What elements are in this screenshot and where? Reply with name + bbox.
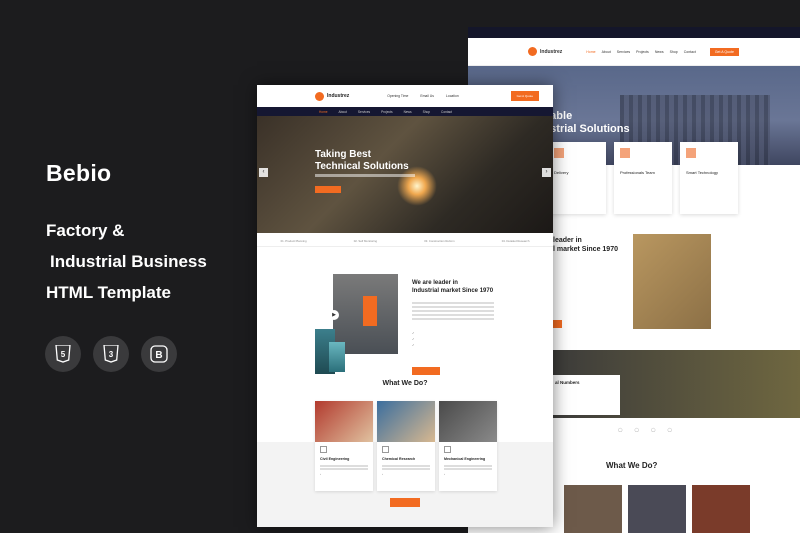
html5-icon: 5 bbox=[45, 336, 81, 372]
back-nav-projects[interactable]: Projects bbox=[636, 50, 649, 54]
service-image bbox=[564, 485, 622, 533]
back-leader-title: leader in l market Since 1970 bbox=[553, 237, 618, 253]
front-mockup: Industrez Opening Time Email Us Location… bbox=[257, 85, 553, 527]
more-services-button[interactable] bbox=[390, 498, 420, 507]
hero-subtitle bbox=[315, 174, 415, 177]
back-nav: Industrez Home About Services Projects N… bbox=[468, 38, 800, 66]
feature-card: Delivery bbox=[548, 142, 606, 214]
svg-text:5: 5 bbox=[61, 350, 66, 359]
plant-photo bbox=[329, 342, 345, 372]
back-nav-about[interactable]: About bbox=[602, 50, 611, 54]
tech-badges: 5 3 B bbox=[45, 336, 177, 372]
back-nav-news[interactable]: News bbox=[655, 50, 664, 54]
play-icon[interactable]: ▶ bbox=[329, 310, 339, 320]
delivery-icon bbox=[554, 148, 564, 158]
email-us: Email Us bbox=[420, 94, 434, 98]
workers-photo bbox=[633, 234, 711, 329]
css3-icon: 3 bbox=[93, 336, 129, 372]
brand-title: Bebio bbox=[46, 160, 112, 186]
nav-about[interactable]: About bbox=[339, 110, 347, 114]
back-nav-home[interactable]: Home bbox=[586, 50, 595, 54]
numbers-card: al Numbers bbox=[550, 375, 620, 415]
services-row: Civil Engineering › Chemical Research › Me… bbox=[315, 401, 497, 491]
logo-icon bbox=[528, 47, 537, 56]
about-button[interactable] bbox=[412, 367, 440, 375]
tagline-line-1: Factory & bbox=[46, 221, 125, 240]
back-topbar bbox=[468, 27, 800, 38]
service-image bbox=[628, 485, 686, 533]
chevron-right-icon[interactable]: › bbox=[542, 168, 551, 177]
front-hero: Taking Best Technical Solutions ‹ › bbox=[257, 116, 553, 233]
hero-title: Taking Best Technical Solutions bbox=[315, 149, 409, 173]
nav-contact[interactable]: Contact bbox=[441, 110, 452, 114]
location: Location bbox=[445, 94, 459, 98]
feature-card: Smart Technology bbox=[680, 142, 738, 214]
feature-card: Professionals Team bbox=[614, 142, 672, 214]
bootstrap-icon: B bbox=[141, 336, 177, 372]
back-wwd-title: What We Do? bbox=[606, 461, 658, 470]
mechanical-icon bbox=[444, 446, 451, 453]
about-text bbox=[412, 302, 494, 322]
hero-button[interactable] bbox=[315, 186, 341, 193]
back-logo: Industrez bbox=[528, 47, 562, 56]
team-icon bbox=[620, 148, 630, 158]
svg-text:B: B bbox=[155, 350, 162, 361]
front-header: Industrez Opening Time Email Us Location… bbox=[257, 85, 553, 107]
about-title: We are leader in Industrial market Since… bbox=[412, 280, 494, 294]
technology-icon bbox=[686, 148, 696, 158]
nav-projects[interactable]: Projects bbox=[381, 110, 393, 114]
back-nav-contact[interactable]: Contact bbox=[684, 50, 696, 54]
nav-news[interactable]: News bbox=[404, 110, 412, 114]
back-nav-services[interactable]: Services bbox=[617, 50, 630, 54]
nav-home[interactable]: Home bbox=[319, 110, 328, 114]
front-quote-button[interactable]: Get A Quote bbox=[510, 91, 539, 101]
check-list: ✓ ✓ ✓ bbox=[412, 331, 415, 347]
nav-services[interactable]: Services bbox=[358, 110, 370, 114]
service-card[interactable]: Mechanical Engineering › bbox=[439, 401, 497, 491]
service-image bbox=[377, 401, 435, 442]
service-image bbox=[315, 401, 373, 442]
back-service-images bbox=[564, 485, 750, 533]
engineering-icon bbox=[320, 446, 327, 453]
tagline-line-3: HTML Template bbox=[46, 283, 171, 302]
back-nav-shop[interactable]: Shop bbox=[670, 50, 678, 54]
service-image bbox=[439, 401, 497, 442]
opening-time: Opening Time bbox=[387, 94, 409, 98]
back-quote-button[interactable]: Get A Quote bbox=[709, 47, 739, 56]
chevron-left-icon[interactable]: ‹ bbox=[259, 168, 268, 177]
chemical-icon bbox=[382, 446, 389, 453]
service-card[interactable]: Civil Engineering › bbox=[315, 401, 373, 491]
tagline-line-2: Industrial Business bbox=[50, 252, 207, 271]
logo-icon bbox=[315, 91, 324, 101]
process-strip: 01. Product Planning 02. Self Monitoring… bbox=[257, 235, 553, 247]
service-card[interactable]: Chemical Research › bbox=[377, 401, 435, 491]
front-nav: Home About Services Projects News Shop C… bbox=[257, 107, 553, 116]
wwd-title: What We Do? bbox=[382, 380, 428, 387]
nav-shop[interactable]: Shop bbox=[423, 110, 430, 114]
back-feature-cards: Delivery Professionals Team Smart Techno… bbox=[548, 142, 738, 214]
partner-logos: ◯ ◯ ◯ ◯ bbox=[618, 427, 672, 432]
about-section: ▶ We are leader in Industrial market Sin… bbox=[257, 247, 553, 397]
svg-text:3: 3 bbox=[109, 350, 114, 359]
service-image bbox=[692, 485, 750, 533]
front-logo[interactable]: Industrez bbox=[315, 91, 349, 101]
